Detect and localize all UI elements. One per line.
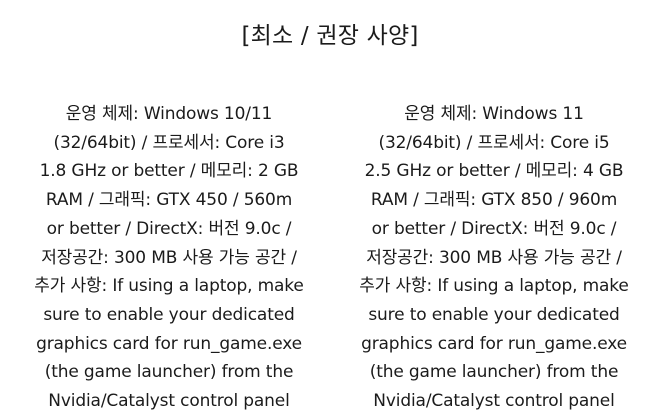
recommended-line: 2.5 GHz or better / 메모리: 4 GB	[364, 161, 624, 182]
minimum-line: 저장공간: 300 MB 사용 가능 공간 /	[41, 247, 297, 268]
recommended-line: or better / DirectX: 버전 9.0c /	[371, 218, 617, 239]
minimum-line: graphics card for run_game.exe	[36, 333, 302, 354]
minimum-line: (the game launcher) from the	[44, 362, 294, 383]
minimum-line: Nvidia/Catalyst control panel	[48, 391, 290, 412]
recommended-line: 운영 체제: Windows 11	[404, 104, 584, 124]
recommended-line: RAM / 그래픽: GTX 850 / 960m	[370, 190, 618, 211]
recommended-requirements: 운영 체제: Windows 11 (32/64bit) / 프로세서: Cor…	[344, 100, 644, 416]
recommended-line: 저장공간: 300 MB 사용 가능 공간 /	[366, 247, 622, 268]
minimum-line: (32/64bit) / 프로세서: Core i3	[53, 132, 285, 153]
minimum-requirements: 운영 체제: Windows 10/11 (32/64bit) / 프로세서: …	[19, 100, 319, 416]
minimum-line: 1.8 GHz or better / 메모리: 2 GB	[39, 161, 299, 182]
minimum-line: sure to enable your dedicated	[43, 304, 295, 325]
minimum-line: or better / DirectX: 버전 9.0c /	[46, 218, 292, 239]
minimum-line: 추가 사항: If using a laptop, make	[34, 276, 304, 297]
minimum-line: RAM / 그래픽: GTX 450 / 560m	[45, 190, 293, 211]
requirements-title: [최소 / 권장 사양]	[241, 23, 419, 49]
recommended-line: sure to enable your dedicated	[368, 304, 620, 325]
recommended-line: Nvidia/Catalyst control panel	[373, 391, 615, 412]
recommended-line: (32/64bit) / 프로세서: Core i5	[378, 132, 610, 153]
recommended-line: graphics card for run_game.exe	[361, 333, 627, 354]
minimum-line: 운영 체제: Windows 10/11	[65, 104, 273, 124]
recommended-line: (the game launcher) from the	[369, 362, 619, 383]
recommended-line: 추가 사항: If using a laptop, make	[359, 276, 629, 297]
